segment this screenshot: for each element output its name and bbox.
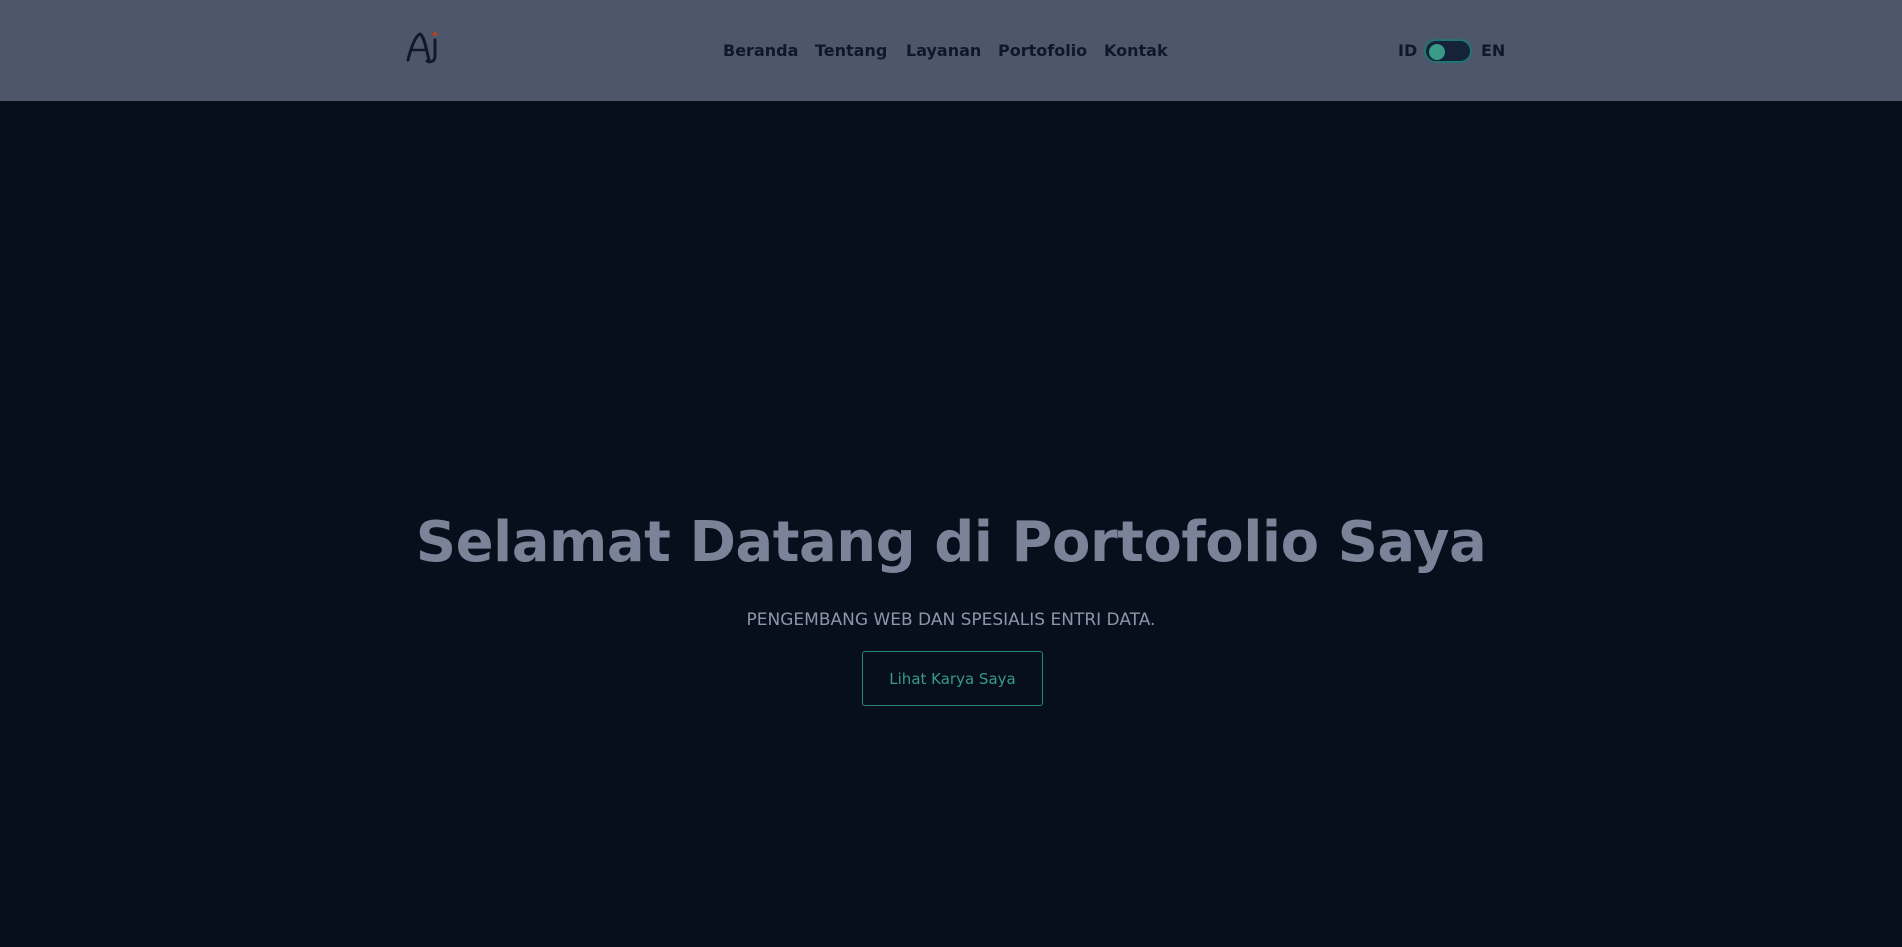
nav-link-layanan[interactable]: Layanan — [906, 41, 981, 61]
language-toggle[interactable] — [1424, 39, 1472, 63]
nav-link-tentang[interactable]: Tentang — [815, 41, 887, 61]
nav-menu: Beranda Tentang Layanan Portofolio Konta… — [0, 0, 1902, 101]
hero-subtitle: PENGEMBANG WEB DAN SPESIALIS ENTRI DATA. — [746, 610, 1156, 630]
toggle-knob — [1429, 44, 1445, 60]
nav-link-portofolio[interactable]: Portofolio — [998, 41, 1087, 61]
hero-title: Selamat Datang di Portofolio Saya — [415, 510, 1487, 575]
navbar: Beranda Tentang Layanan Portofolio Konta… — [0, 0, 1902, 101]
nav-link-beranda[interactable]: Beranda — [723, 41, 798, 61]
view-work-button[interactable]: Lihat Karya Saya — [862, 651, 1043, 706]
nav-link-kontak[interactable]: Kontak — [1104, 41, 1168, 61]
lang-label-id: ID — [1398, 41, 1418, 60]
lang-label-en: EN — [1481, 41, 1506, 60]
